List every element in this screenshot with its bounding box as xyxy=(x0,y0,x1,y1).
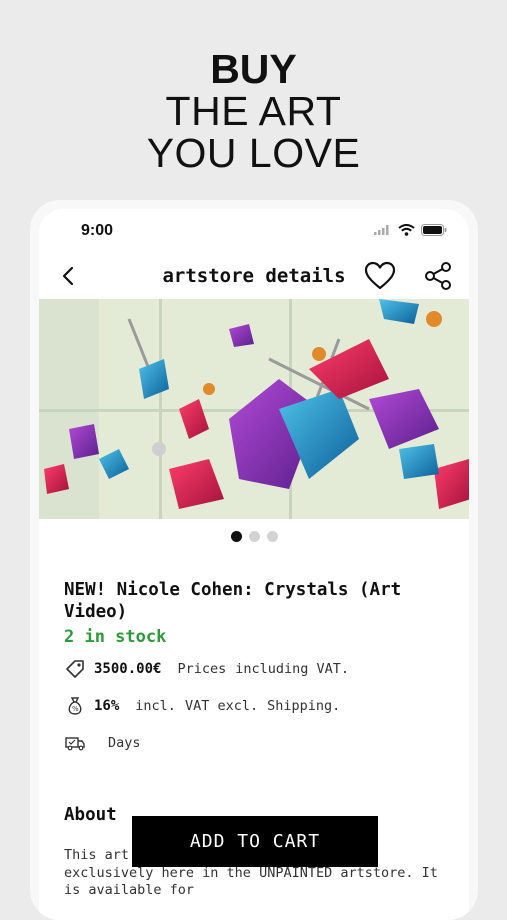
price-row: 3500.00€ Prices including VAT. xyxy=(64,658,358,680)
app-screen: 9:00 artstore details NEW! Nicole Cohen:… xyxy=(39,209,469,920)
delivery-days: Days xyxy=(108,735,141,751)
headline-line-2: THE ART xyxy=(165,88,342,134)
headline-line-3: YOU LOVE xyxy=(146,130,361,176)
heart-icon[interactable] xyxy=(364,261,396,291)
vat-note-3: Shipping. xyxy=(267,698,341,714)
product-title: NEW! Nicole Cohen: Crystals (Art Video) xyxy=(64,580,402,622)
phone-frame: 9:00 artstore details NEW! Nicole Cohen:… xyxy=(30,200,478,920)
carousel-dot-3[interactable] xyxy=(266,531,278,542)
headline-line-1: BUY xyxy=(210,46,297,92)
stock-status: 2 in stock xyxy=(64,627,167,647)
carousel-dots xyxy=(39,531,469,542)
navbar: artstore details xyxy=(39,255,469,299)
price-note-2: including VAT. xyxy=(235,661,350,677)
carousel-dot-1[interactable] xyxy=(230,531,242,542)
status-time: 9:00 xyxy=(81,222,114,239)
price-value: 3500.00€ xyxy=(94,661,162,677)
crystals-artwork xyxy=(39,299,469,519)
wifi-icon xyxy=(398,224,415,236)
about-heading: About xyxy=(64,805,117,825)
add-to-cart-button[interactable]: ADD TO CART xyxy=(132,816,378,867)
page-title: artstore details xyxy=(162,265,346,287)
status-icons xyxy=(374,224,447,236)
vat-note-2: VAT excl. xyxy=(184,698,259,714)
svg-text:%: % xyxy=(72,705,79,713)
carousel-dot-2[interactable] xyxy=(248,531,260,542)
signal-icon xyxy=(374,225,389,235)
share-icon[interactable] xyxy=(423,261,453,291)
price-tag-icon xyxy=(66,660,84,678)
delivery-row: Days xyxy=(64,732,150,754)
vat-value: 16% xyxy=(94,698,120,714)
battery-icon xyxy=(421,224,447,236)
promo-headline: BUY THE ART YOU LOVE xyxy=(0,48,507,174)
delivery-truck-icon xyxy=(65,737,85,751)
product-image[interactable] xyxy=(39,299,469,519)
money-bag-icon: % xyxy=(68,697,82,715)
vat-row: % 16% incl. VAT excl. Shipping. xyxy=(64,695,349,717)
vat-note-1: incl. xyxy=(135,698,176,714)
price-note-1: Prices xyxy=(177,661,227,677)
